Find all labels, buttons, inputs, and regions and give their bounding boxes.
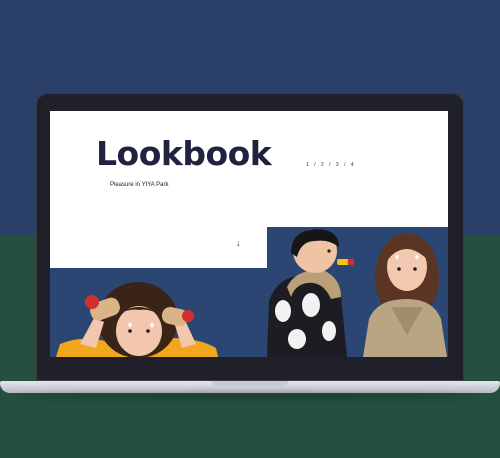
- lookbook-photo-left: [50, 268, 267, 357]
- laptop-notch: [212, 381, 288, 386]
- page-title: Lookbook: [96, 134, 272, 173]
- laptop-lid: Lookbook 1 / 2 / 3 / 4 Pleasure in YIYA …: [36, 93, 464, 381]
- laptop-shadow: [20, 393, 480, 399]
- two-kids-illustration: [267, 227, 448, 357]
- arrow-down-icon[interactable]: ↓: [236, 239, 241, 248]
- lookbook-photo-right: [267, 227, 448, 357]
- page-subtitle: Pleasure in YIYA Park: [110, 182, 169, 188]
- girl-with-toys-illustration: [50, 268, 267, 357]
- laptop-screen: Lookbook 1 / 2 / 3 / 4 Pleasure in YIYA …: [50, 111, 448, 357]
- laptop-base: [0, 381, 500, 393]
- page-pagination[interactable]: 1 / 2 / 3 / 4: [306, 162, 356, 168]
